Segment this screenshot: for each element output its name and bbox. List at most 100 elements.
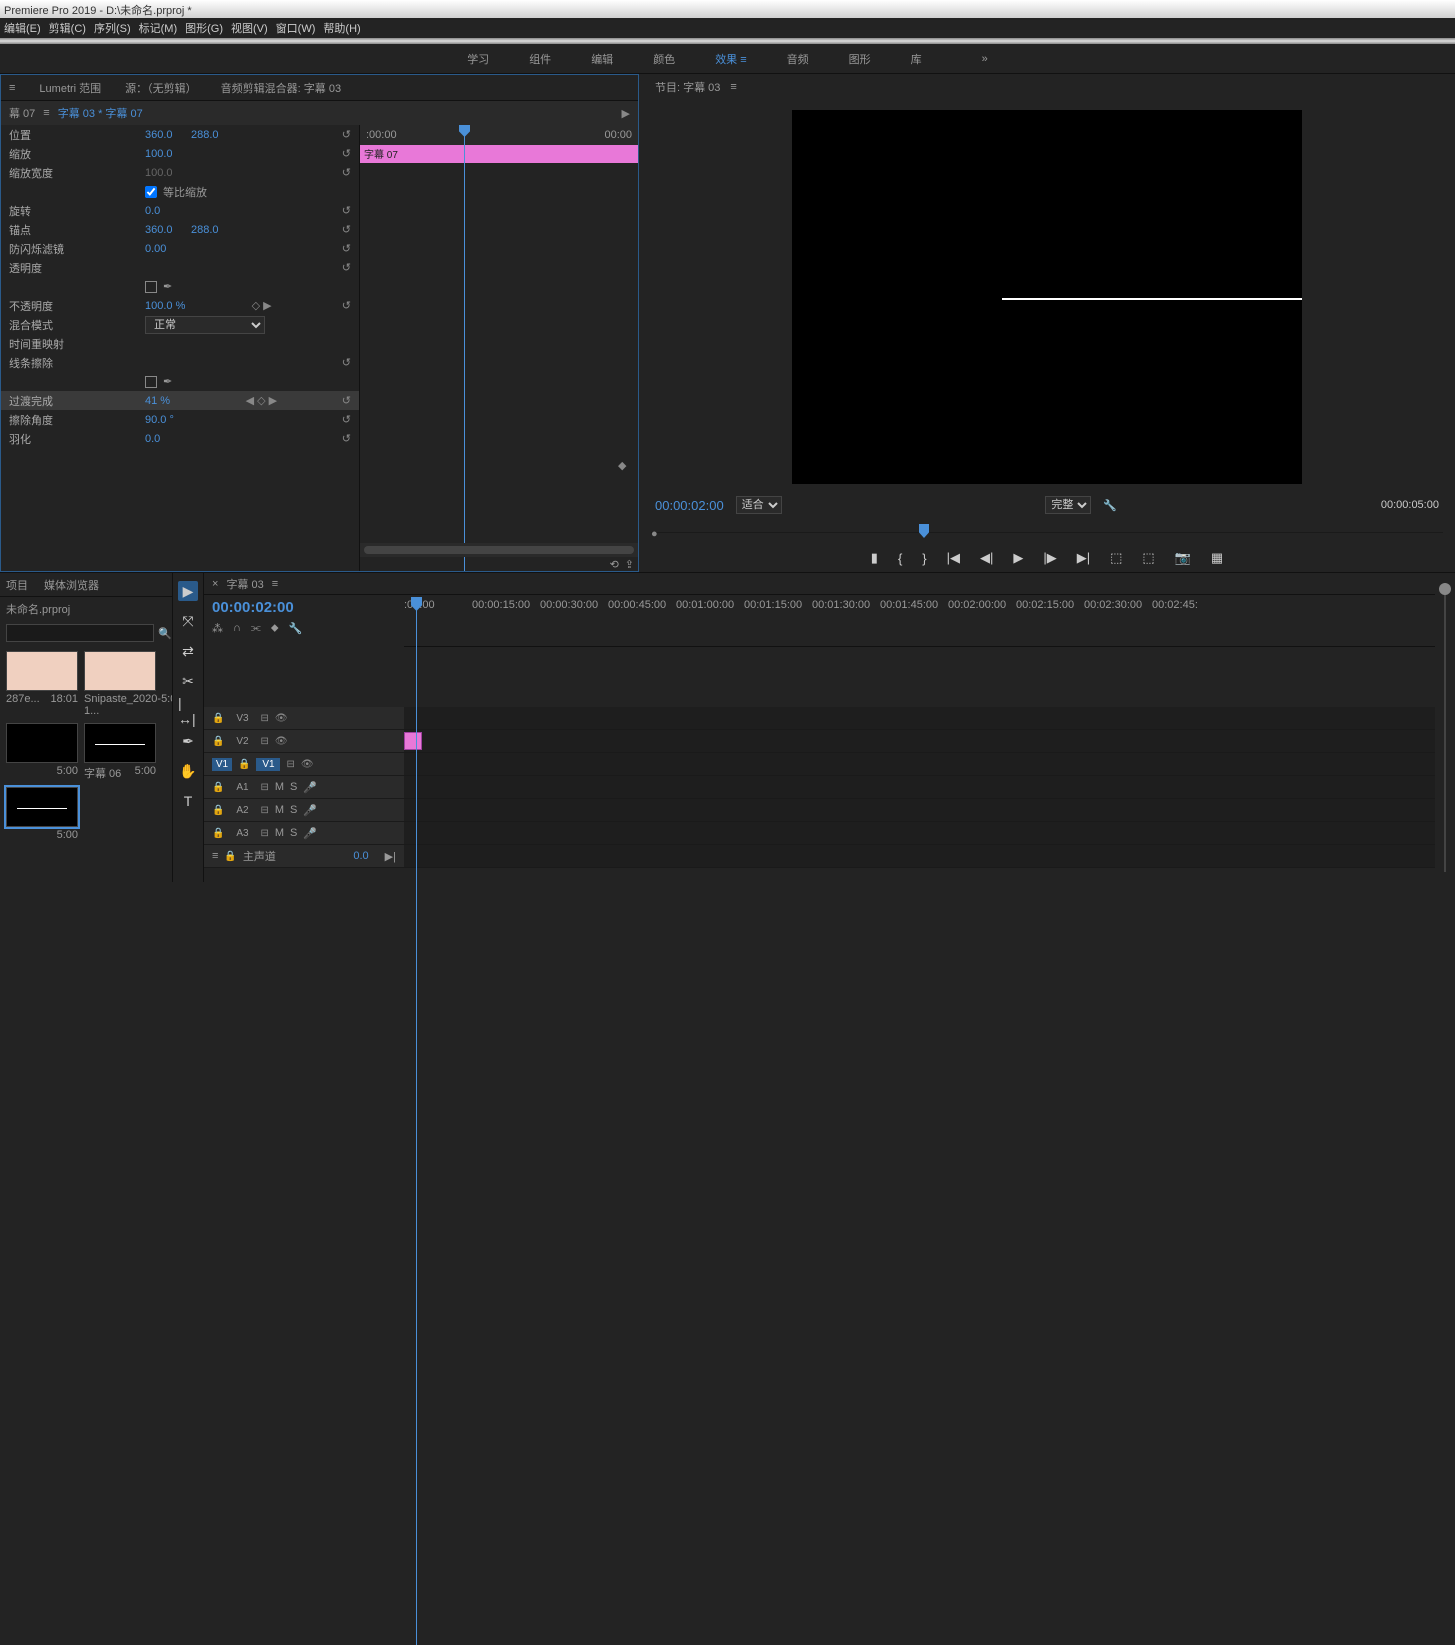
prop-value[interactable]: 360.0 bbox=[145, 224, 185, 236]
menu-item[interactable]: 序列(S) bbox=[94, 20, 131, 36]
track-body[interactable] bbox=[404, 776, 1435, 798]
tab-media-browser[interactable]: 媒体浏览器 bbox=[44, 577, 99, 593]
bin-item[interactable]: 字幕 065:00 bbox=[84, 723, 156, 781]
prop-value[interactable]: 41 % bbox=[145, 395, 185, 407]
lock-icon[interactable]: 🔒 bbox=[212, 736, 224, 747]
quality-select[interactable]: 完整 bbox=[1045, 496, 1091, 514]
sync-icon[interactable]: ⊟ bbox=[286, 759, 294, 770]
search-icon[interactable]: 🔍 bbox=[158, 627, 172, 640]
hand-tool-icon[interactable]: ✋ bbox=[178, 761, 198, 781]
preview-canvas[interactable] bbox=[792, 110, 1302, 484]
pen-icon[interactable]: ✒ bbox=[163, 375, 172, 388]
panel-tab[interactable]: Lumetri 范围 bbox=[39, 80, 101, 96]
tab-project[interactable]: 项目 bbox=[6, 577, 28, 593]
compare-icon[interactable]: ▦ bbox=[1211, 550, 1223, 566]
timeline-ruler[interactable]: :00:0000:00:15:0000:00:30:0000:00:45:000… bbox=[404, 595, 1435, 647]
reset-icon[interactable]: ↺ bbox=[342, 432, 351, 445]
sync-icon[interactable]: ⊟ bbox=[260, 805, 268, 816]
zoom-slider[interactable] bbox=[1435, 573, 1455, 882]
workspace-tab[interactable]: 音频 bbox=[787, 51, 809, 67]
reset-icon[interactable]: ↺ bbox=[342, 413, 351, 426]
reset-icon[interactable]: ↺ bbox=[342, 166, 351, 179]
bin-item[interactable]: 5:00 bbox=[6, 787, 78, 841]
goto-in-icon[interactable]: |◀ bbox=[947, 550, 960, 566]
prop-value[interactable]: 288.0 bbox=[191, 129, 219, 141]
panel-menu-icon[interactable]: ≡ bbox=[43, 107, 49, 119]
solo-icon[interactable]: S bbox=[290, 804, 297, 816]
track-body[interactable] bbox=[404, 753, 1435, 775]
menu-item[interactable]: 标记(M) bbox=[139, 20, 178, 36]
workspace-tab[interactable]: 效果 ≡ bbox=[715, 51, 746, 67]
reset-icon[interactable]: ↺ bbox=[342, 299, 351, 312]
sync-icon[interactable]: ⊟ bbox=[260, 782, 268, 793]
eye-icon[interactable]: 👁 bbox=[275, 736, 288, 747]
mini-ruler[interactable]: :00:00 00:00 bbox=[360, 125, 638, 145]
goto-icon[interactable]: ▶| bbox=[385, 850, 396, 863]
menu-item[interactable]: 图形(G) bbox=[185, 20, 223, 36]
track-select-tool-icon[interactable]: ⤧ bbox=[178, 611, 198, 631]
search-input[interactable] bbox=[6, 624, 154, 642]
keyframe-nav[interactable]: ◀ ◇ ▶ bbox=[246, 394, 278, 407]
timeline-clip[interactable]: 字幕 07 bbox=[360, 145, 638, 163]
panel-menu-icon[interactable]: ≡ bbox=[272, 578, 278, 590]
sync-icon[interactable]: ⊟ bbox=[260, 736, 268, 747]
timeline-time[interactable]: 00:00:02:00 bbox=[212, 599, 396, 616]
mic-icon[interactable]: 🎤 bbox=[303, 827, 317, 840]
marker-icon[interactable]: ▮ bbox=[871, 550, 878, 566]
prop-value[interactable]: 90.0 ° bbox=[145, 414, 185, 426]
scrub-bar[interactable]: ● bbox=[651, 520, 1443, 540]
mute-icon[interactable]: M bbox=[275, 781, 284, 793]
ripple-tool-icon[interactable]: ⇄ bbox=[178, 641, 198, 661]
out-icon[interactable]: } bbox=[922, 551, 926, 566]
timeline-playhead[interactable] bbox=[416, 597, 417, 1645]
play-icon[interactable]: ▶ bbox=[1013, 550, 1023, 566]
prop-value[interactable]: 0.00 bbox=[145, 243, 185, 255]
scrub-playhead[interactable] bbox=[919, 524, 929, 538]
bin-item[interactable]: Snipaste_2020-1...5:00 bbox=[84, 651, 156, 717]
panel-tab[interactable]: 源：（无剪辑） bbox=[125, 80, 197, 96]
solo-icon[interactable]: S bbox=[290, 827, 297, 839]
magnet-icon[interactable]: ∩ bbox=[233, 622, 241, 635]
menu-item[interactable]: 帮助(H) bbox=[323, 20, 360, 36]
razor-tool-icon[interactable]: ✂ bbox=[178, 671, 198, 691]
mask-icon[interactable] bbox=[145, 376, 157, 388]
in-icon[interactable]: { bbox=[898, 551, 902, 566]
menu-item[interactable]: 窗口(W) bbox=[276, 20, 316, 36]
lock-icon[interactable]: 🔒 bbox=[212, 805, 224, 816]
clip-path[interactable]: 字幕 03 * 字幕 07 bbox=[58, 105, 143, 121]
prop-value[interactable]: 0.0 bbox=[145, 205, 185, 217]
effect-timeline[interactable]: :00:00 00:00 字幕 07 ◆ ⟲ ⇪ bbox=[359, 125, 638, 571]
icon[interactable]: ⟲ bbox=[610, 558, 619, 571]
workspace-tab[interactable]: 学习 bbox=[467, 51, 489, 67]
extract-icon[interactable]: ⬚ bbox=[1142, 550, 1154, 566]
close-icon[interactable]: × bbox=[212, 578, 218, 590]
mic-icon[interactable]: 🎤 bbox=[303, 804, 317, 817]
menu-item[interactable]: 视图(V) bbox=[231, 20, 268, 36]
pen-icon[interactable]: ✒ bbox=[163, 280, 172, 293]
sync-icon[interactable]: ⊟ bbox=[260, 828, 268, 839]
track-name[interactable]: A3 bbox=[230, 827, 254, 840]
slip-tool-icon[interactable]: |↔| bbox=[178, 701, 198, 721]
panel-tab[interactable]: 音频剪辑混合器: 字幕 03 bbox=[221, 80, 341, 96]
track-name[interactable]: V3 bbox=[230, 712, 254, 725]
goto-out-icon[interactable]: ▶| bbox=[1077, 550, 1090, 566]
eye-icon[interactable]: 👁 bbox=[301, 759, 314, 770]
prop-value[interactable]: 100.0 % bbox=[145, 300, 185, 312]
prop-value[interactable]: 288.0 bbox=[191, 224, 219, 236]
reset-icon[interactable]: ↺ bbox=[342, 356, 351, 369]
menu-item[interactable]: 编辑(E) bbox=[4, 20, 41, 36]
sync-icon[interactable]: ⊟ bbox=[260, 713, 268, 724]
track-body[interactable] bbox=[404, 799, 1435, 821]
prop-value[interactable]: 360.0 bbox=[145, 129, 185, 141]
lift-icon[interactable]: ⬚ bbox=[1110, 550, 1122, 566]
more-icon[interactable]: » bbox=[982, 53, 988, 65]
workspace-tab[interactable]: 图形 bbox=[849, 51, 871, 67]
settings-icon[interactable]: 🔧 bbox=[1103, 499, 1117, 512]
lock-icon[interactable]: 🔒 bbox=[238, 759, 250, 770]
track-target[interactable]: V1 bbox=[212, 758, 232, 771]
step-back-icon[interactable]: ◀| bbox=[980, 550, 993, 566]
selection-tool-icon[interactable]: ▶ bbox=[178, 581, 198, 601]
lock-icon[interactable]: 🔒 bbox=[212, 828, 224, 839]
solo-icon[interactable]: S bbox=[290, 781, 297, 793]
bin-item[interactable]: 287e...18:01 bbox=[6, 651, 78, 717]
